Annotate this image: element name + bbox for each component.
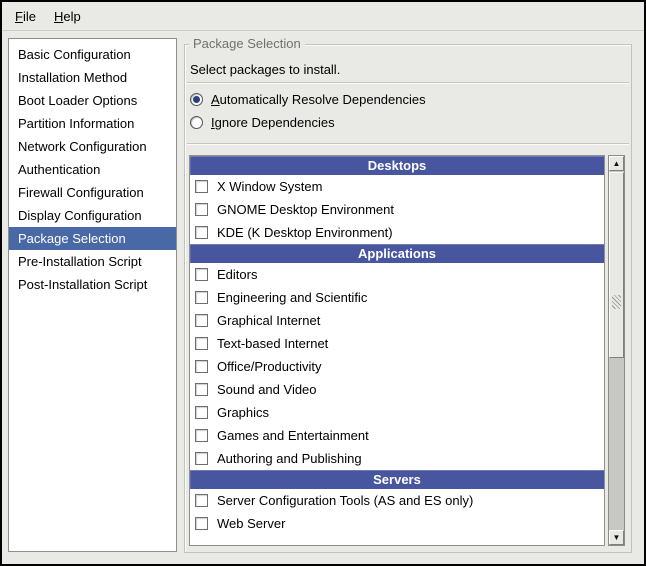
package-item-gnome-desktop[interactable]: GNOME Desktop Environment: [190, 198, 604, 221]
sidebar-item-package-selection[interactable]: Package Selection: [9, 227, 176, 250]
sidebar-item-post-installation-script[interactable]: Post-Installation Script: [9, 273, 176, 296]
menu-help[interactable]: Help: [45, 6, 90, 27]
checkbox[interactable]: [195, 268, 208, 281]
sidebar-item-partition-information[interactable]: Partition Information: [9, 112, 176, 135]
scrollbar-grip-icon: [612, 295, 621, 309]
checkbox[interactable]: [195, 452, 208, 465]
package-item-label: Editors: [217, 267, 257, 282]
sidebar-item-authentication[interactable]: Authentication: [9, 158, 176, 181]
sidebar-item-display-configuration[interactable]: Display Configuration: [9, 204, 176, 227]
scroll-down-button[interactable]: ▼: [609, 530, 624, 545]
separator: [187, 82, 629, 84]
package-item-graphics[interactable]: Graphics: [190, 401, 604, 424]
sidebar-item-boot-loader-options[interactable]: Boot Loader Options: [9, 89, 176, 112]
package-item-x-window-system[interactable]: X Window System: [190, 175, 604, 198]
radio-label-key: A: [211, 92, 220, 107]
sidebar-nav: Basic Configuration Installation Method …: [8, 38, 177, 552]
package-selection-frame: Package Selection Select packages to ins…: [184, 44, 632, 553]
radio-label: Ignore Dependencies: [211, 115, 335, 130]
menu-help-label: H: [54, 9, 63, 24]
checkbox[interactable]: [195, 517, 208, 530]
package-item-label: KDE (K Desktop Environment): [217, 225, 393, 240]
checkbox[interactable]: [195, 226, 208, 239]
package-item-label: Server Configuration Tools (AS and ES on…: [217, 493, 473, 508]
menu-file[interactable]: File: [6, 6, 45, 27]
window-content: File Help Basic Configuration Installati…: [2, 2, 644, 564]
radio-label-rest: gnore Dependencies: [215, 115, 335, 130]
package-item-label: Engineering and Scientific: [217, 290, 367, 305]
checkbox[interactable]: [195, 383, 208, 396]
package-item-label: Games and Entertainment: [217, 428, 369, 443]
kickstart-configurator-window: File Help Basic Configuration Installati…: [0, 0, 646, 566]
package-item-engineering-scientific[interactable]: Engineering and Scientific: [190, 286, 604, 309]
menubar: File Help: [2, 2, 644, 31]
separator: [187, 143, 629, 145]
sidebar-item-installation-method[interactable]: Installation Method: [9, 66, 176, 89]
menu-help-label-rest: elp: [63, 9, 80, 24]
checkbox[interactable]: [195, 360, 208, 373]
checkbox[interactable]: [195, 337, 208, 350]
package-item-label: Authoring and Publishing: [217, 451, 362, 466]
package-item-office-productivity[interactable]: Office/Productivity: [190, 355, 604, 378]
sidebar-item-pre-installation-script[interactable]: Pre-Installation Script: [9, 250, 176, 273]
sidebar-item-firewall-configuration[interactable]: Firewall Configuration: [9, 181, 176, 204]
package-item-sound-and-video[interactable]: Sound and Video: [190, 378, 604, 401]
package-item-text-based-internet[interactable]: Text-based Internet: [190, 332, 604, 355]
category-header-desktops: Desktops: [190, 156, 604, 175]
category-header-applications: Applications: [190, 244, 604, 263]
sidebar-item-basic-configuration[interactable]: Basic Configuration: [9, 43, 176, 66]
radio-auto-resolve-dependencies[interactable]: Automatically Resolve Dependencies: [190, 89, 426, 109]
checkbox[interactable]: [195, 494, 208, 507]
category-header-servers: Servers: [190, 470, 604, 489]
instruction-text: Select packages to install.: [190, 62, 340, 77]
package-item-label: Graphical Internet: [217, 313, 320, 328]
package-item-label: Text-based Internet: [217, 336, 328, 351]
package-list: Desktops X Window System GNOME Desktop E…: [189, 155, 605, 546]
radio-ignore-dependencies[interactable]: Ignore Dependencies: [190, 112, 335, 132]
sidebar-item-network-configuration[interactable]: Network Configuration: [9, 135, 176, 158]
package-item-server-configuration-tools[interactable]: Server Configuration Tools (AS and ES on…: [190, 489, 604, 512]
frame-title: Package Selection: [189, 36, 305, 51]
menu-file-label-rest: ile: [23, 9, 36, 24]
package-item-web-server[interactable]: Web Server: [190, 512, 604, 535]
package-item-label: Web Server: [217, 516, 285, 531]
checkbox[interactable]: [195, 406, 208, 419]
menu-file-label: F: [15, 9, 23, 24]
package-item-games-entertainment[interactable]: Games and Entertainment: [190, 424, 604, 447]
radio-selected-icon[interactable]: [190, 93, 203, 106]
radio-label-rest: utomatically Resolve Dependencies: [220, 92, 426, 107]
checkbox[interactable]: [195, 291, 208, 304]
package-item-label: GNOME Desktop Environment: [217, 202, 394, 217]
checkbox[interactable]: [195, 180, 208, 193]
checkbox[interactable]: [195, 203, 208, 216]
checkbox[interactable]: [195, 429, 208, 442]
package-item-editors[interactable]: Editors: [190, 263, 604, 286]
radio-unselected-icon[interactable]: [190, 116, 203, 129]
checkbox[interactable]: [195, 314, 208, 327]
package-item-label: Graphics: [217, 405, 269, 420]
package-item-label: X Window System: [217, 179, 322, 194]
radio-dot-icon: [193, 96, 200, 103]
package-item-kde-desktop[interactable]: KDE (K Desktop Environment): [190, 221, 604, 244]
package-item-authoring-publishing[interactable]: Authoring and Publishing: [190, 447, 604, 470]
scrollbar-thumb[interactable]: [609, 172, 624, 358]
radio-label: Automatically Resolve Dependencies: [211, 92, 426, 107]
package-item-graphical-internet[interactable]: Graphical Internet: [190, 309, 604, 332]
package-list-container: Desktops X Window System GNOME Desktop E…: [189, 155, 625, 546]
arrow-up-icon: ▲: [613, 160, 621, 168]
scroll-up-button[interactable]: ▲: [609, 156, 624, 171]
package-item-label: Office/Productivity: [217, 359, 322, 374]
arrow-down-icon: ▼: [613, 534, 621, 542]
package-item-label: Sound and Video: [217, 382, 317, 397]
vertical-scrollbar[interactable]: ▲ ▼: [608, 155, 625, 546]
